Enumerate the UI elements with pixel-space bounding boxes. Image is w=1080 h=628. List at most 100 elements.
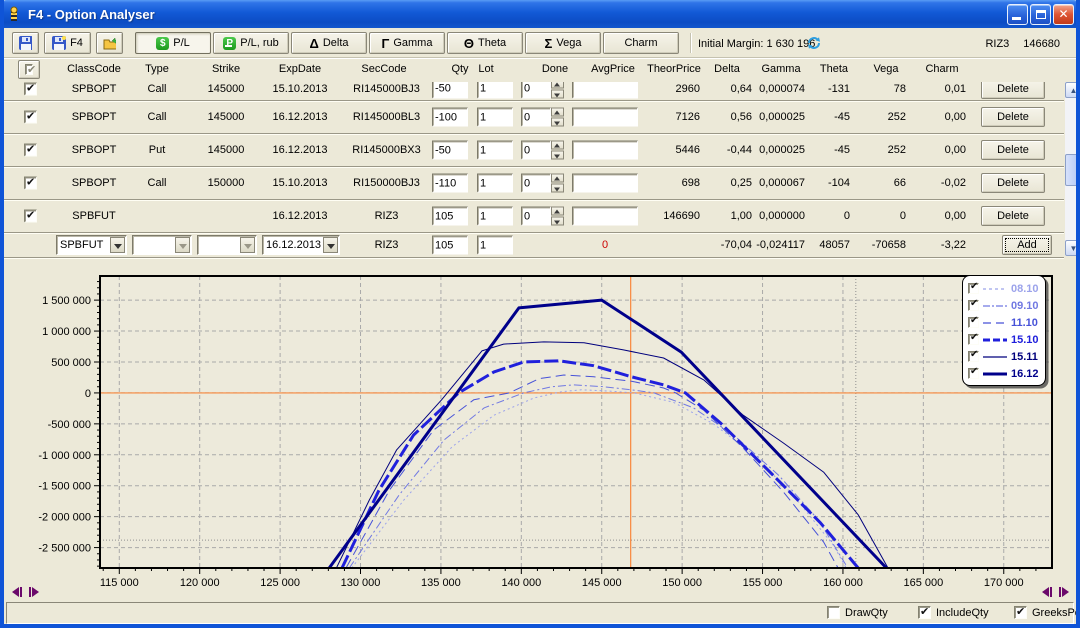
delete-button[interactable]: Delete (981, 107, 1045, 127)
pan-start-icon[interactable] (12, 587, 22, 597)
done-spinner[interactable] (551, 174, 564, 193)
lot-input[interactable] (477, 141, 513, 160)
done-input[interactable] (521, 141, 551, 160)
save-button[interactable] (12, 32, 39, 54)
refresh-icon[interactable] (806, 35, 822, 51)
pl-chart[interactable]: 115 000120 000125 000130 000135 000140 0… (4, 258, 1076, 602)
includeqty-option[interactable]: IncludeQty (918, 606, 989, 619)
lot-input[interactable] (477, 174, 513, 193)
close-button[interactable]: ✕ (1053, 4, 1074, 25)
theta-button[interactable]: Θ Theta (447, 32, 523, 54)
open-folder-button[interactable] (96, 32, 123, 54)
scrollbar-thumb[interactable] (1065, 154, 1080, 186)
spin-up-icon (551, 82, 564, 88)
done-input[interactable] (521, 82, 551, 98)
legend-checkbox[interactable] (968, 317, 979, 328)
done-spinner[interactable] (551, 207, 564, 226)
charm-value: -0,02 (909, 177, 966, 189)
strike-value: 150000 (186, 177, 266, 189)
delta-value: 1,00 (704, 210, 752, 222)
lot-input[interactable] (477, 236, 513, 255)
pan-start-icon[interactable] (1042, 587, 1052, 597)
gamma-value: 0,000025 (754, 111, 805, 123)
row-checkbox[interactable] (24, 177, 37, 190)
svg-text:125 000: 125 000 (260, 577, 300, 589)
done-spinner[interactable] (551, 82, 564, 98)
chart-canvas[interactable]: 115 000120 000125 000130 000135 000140 0… (4, 258, 1076, 602)
legend-label: 16.12 (1011, 368, 1039, 380)
done-spinner[interactable] (551, 108, 564, 127)
legend-checkbox[interactable] (968, 283, 979, 294)
delete-button[interactable]: Delete (981, 140, 1045, 160)
select-all-button[interactable] (18, 60, 40, 79)
done-input[interactable] (521, 108, 551, 127)
charm-button[interactable]: Charm (603, 32, 679, 54)
lot-input[interactable] (477, 207, 513, 226)
legend-item-08.10: 08.10 (968, 280, 1041, 297)
qty-input[interactable] (432, 108, 468, 127)
greeksperone-checkbox[interactable] (1014, 606, 1027, 619)
delete-button[interactable]: Delete (981, 82, 1045, 99)
expdate-value: 15.10.2013 (260, 83, 340, 95)
legend-checkbox[interactable] (968, 351, 979, 362)
charm-value: 0,01 (909, 83, 966, 95)
pan-end-icon[interactable] (29, 587, 39, 597)
qty-input[interactable] (432, 82, 468, 98)
lot-input[interactable] (477, 108, 513, 127)
row-checkbox[interactable] (24, 111, 37, 124)
theorprice-value: 146690 (604, 210, 700, 222)
greeksperone-option[interactable]: GreeksPerOne (1014, 606, 1080, 619)
plot-area[interactable] (100, 276, 1052, 568)
spin-down-icon (551, 151, 564, 160)
delete-button[interactable]: Delete (981, 173, 1045, 193)
legend-checkbox[interactable] (968, 368, 979, 379)
legend-checkbox[interactable] (968, 334, 979, 345)
done-spinner[interactable] (551, 141, 564, 160)
theta-value: -104 (807, 177, 850, 189)
pan-end-icon[interactable] (1059, 587, 1069, 597)
strike-value: 145000 (186, 144, 266, 156)
qty-input[interactable] (432, 236, 468, 255)
gamma-value: 0,000000 (754, 210, 805, 222)
gamma-button[interactable]: Γ Gamma (369, 32, 445, 54)
gamma-value: -0,024117 (754, 239, 805, 251)
scroll-up-icon[interactable]: ▲ (1065, 82, 1080, 98)
row-checkbox[interactable] (24, 82, 37, 95)
qty-input[interactable] (432, 141, 468, 160)
delete-button[interactable]: Delete (981, 206, 1045, 226)
done-input[interactable] (521, 174, 551, 193)
classcode-select[interactable]: SPBFUT (56, 235, 127, 255)
svg-text:135 000: 135 000 (421, 577, 461, 589)
pl-button[interactable]: $ P/L (135, 32, 211, 54)
lot-input[interactable] (477, 82, 513, 98)
row-checkbox[interactable] (24, 210, 37, 223)
includeqty-checkbox[interactable] (918, 606, 931, 619)
save-f4-button[interactable]: F4 (44, 32, 91, 54)
delta-button[interactable]: Δ Delta (291, 32, 367, 54)
scroll-down-icon[interactable]: ▼ (1065, 240, 1080, 256)
classcode-value: SPBOPT (54, 83, 134, 95)
qty-input[interactable] (432, 174, 468, 193)
toolbar: F4 $ P/L P P/L, rub Δ Delta Γ Gamma Θ Th… (4, 28, 1076, 58)
spin-down-icon (551, 118, 564, 127)
maximize-button[interactable] (1030, 4, 1051, 25)
add-button[interactable]: Add (1002, 235, 1052, 255)
drawqty-option[interactable]: DrawQty (827, 606, 888, 619)
drawqty-checkbox[interactable] (827, 606, 840, 619)
vega-button[interactable]: Σ Vega (525, 32, 601, 54)
table-scrollbar[interactable]: ▲ ▼ (1065, 82, 1080, 256)
type-value: Call (127, 111, 187, 123)
type-select[interactable] (132, 235, 192, 255)
done-input[interactable] (521, 207, 551, 226)
save-icon (19, 36, 32, 50)
row-checkbox[interactable] (24, 144, 37, 157)
legend-checkbox[interactable] (968, 300, 979, 311)
delta-value: 0,25 (704, 177, 752, 189)
minimize-button[interactable] (1007, 4, 1028, 25)
expdate-select[interactable]: 16.12.2013 (262, 235, 340, 255)
qty-input[interactable] (432, 207, 468, 226)
strike-select[interactable] (197, 235, 257, 255)
spin-down-icon (551, 184, 564, 193)
svg-text:-1 000 000: -1 000 000 (38, 450, 91, 462)
pl-rub-button[interactable]: P P/L, rub (213, 32, 289, 54)
